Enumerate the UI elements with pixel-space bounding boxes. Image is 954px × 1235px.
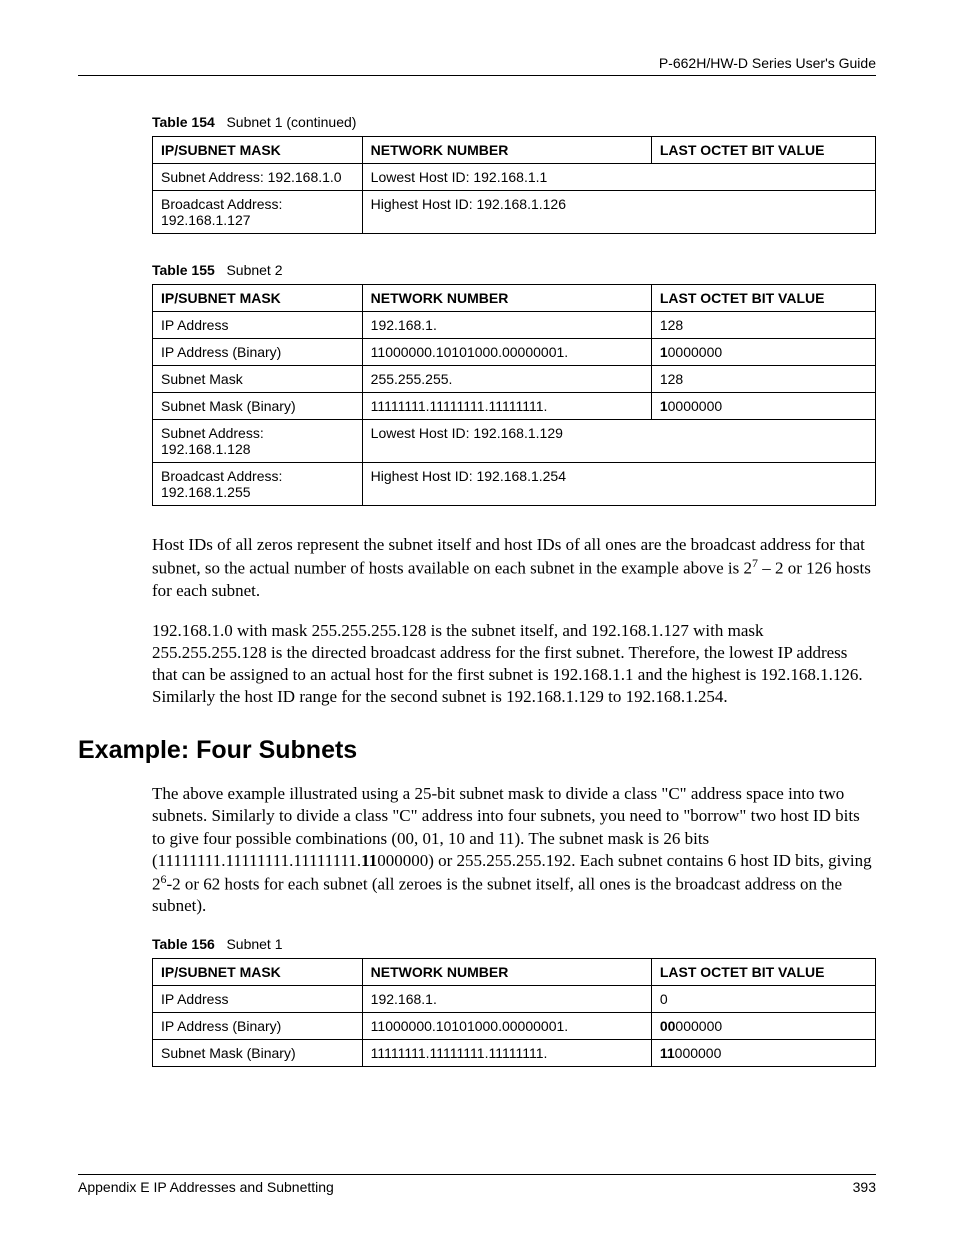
table-row: IP Address (Binary) 11000000.10101000.00… <box>153 339 876 366</box>
page-footer: Appendix E IP Addresses and Subnetting 3… <box>78 1174 876 1195</box>
cell: Highest Host ID: 192.168.1.254 <box>362 463 875 506</box>
rest-bits: 0000000 <box>668 398 723 414</box>
cell: IP Address <box>153 312 363 339</box>
cell: 255.255.255. <box>362 366 651 393</box>
table-row: IP Address 192.168.1. 0 <box>153 985 876 1012</box>
table154-caption-title: Subnet 1 (continued) <box>226 114 356 130</box>
section-heading-four-subnets: Example: Four Subnets <box>78 736 876 765</box>
table-row: Subnet Address: 192.168.1.128 Lowest Hos… <box>153 420 876 463</box>
table156: IP/SUBNET MASK NETWORK NUMBER LAST OCTET… <box>152 958 876 1067</box>
cell: Lowest Host ID: 192.168.1.129 <box>362 420 875 463</box>
cell: 0 <box>651 985 875 1012</box>
cell: 128 <box>651 312 875 339</box>
cell: 11111111.11111111.11111111. <box>362 1039 651 1066</box>
cell: Broadcast Address: 192.168.1.255 <box>153 463 363 506</box>
table154-caption-num: Table 154 <box>152 114 215 130</box>
th-network-number: NETWORK NUMBER <box>362 958 651 985</box>
cell: 10000000 <box>651 393 875 420</box>
table-row: IP Address (Binary) 11000000.10101000.00… <box>153 1012 876 1039</box>
cell: 11000000 <box>651 1039 875 1066</box>
cell: 128 <box>651 366 875 393</box>
header-rule <box>78 75 876 76</box>
bold-bits: 1 <box>660 398 668 414</box>
table155-caption: Table 155 Subnet 2 <box>152 262 876 278</box>
cell: IP Address <box>153 985 363 1012</box>
paragraph-four-subnets: The above example illustrated using a 25… <box>152 783 876 917</box>
cell: Subnet Mask (Binary) <box>153 1039 363 1066</box>
p3-post: -2 or 62 hosts for each subnet (all zero… <box>152 874 842 915</box>
cell: 11000000.10101000.00000001. <box>362 339 651 366</box>
table156-caption-title: Subnet 1 <box>226 936 282 952</box>
table154-caption: Table 154 Subnet 1 (continued) <box>152 114 876 130</box>
table-row: Subnet Address: 192.168.1.0 Lowest Host … <box>153 164 876 191</box>
table154: IP/SUBNET MASK NETWORK NUMBER LAST OCTET… <box>152 136 876 234</box>
table155-caption-title: Subnet 2 <box>226 262 282 278</box>
cell: Subnet Mask (Binary) <box>153 393 363 420</box>
cell: 11111111.11111111.11111111. <box>362 393 651 420</box>
paragraph-subnet-ranges: 192.168.1.0 with mask 255.255.255.128 is… <box>152 620 876 708</box>
cell: Lowest Host ID: 192.168.1.1 <box>362 164 875 191</box>
rest-bits: 000000 <box>675 1018 722 1034</box>
th-network-number: NETWORK NUMBER <box>362 137 651 164</box>
cell: 192.168.1. <box>362 985 651 1012</box>
p3-bold: 11 <box>361 851 377 870</box>
table-header-row: IP/SUBNET MASK NETWORK NUMBER LAST OCTET… <box>153 137 876 164</box>
table156-caption: Table 156 Subnet 1 <box>152 936 876 952</box>
table-row: Broadcast Address: 192.168.1.127 Highest… <box>153 191 876 234</box>
cell: 192.168.1. <box>362 312 651 339</box>
cell: 11000000.10101000.00000001. <box>362 1012 651 1039</box>
th-ip-subnet-mask: IP/SUBNET MASK <box>153 285 363 312</box>
footer-appendix: Appendix E IP Addresses and Subnetting <box>78 1179 334 1195</box>
th-ip-subnet-mask: IP/SUBNET MASK <box>153 958 363 985</box>
cell: Subnet Address: 192.168.1.128 <box>153 420 363 463</box>
cell: IP Address (Binary) <box>153 339 363 366</box>
cell: Subnet Address: 192.168.1.0 <box>153 164 363 191</box>
cell: Subnet Mask <box>153 366 363 393</box>
bold-bits: 11 <box>660 1045 675 1061</box>
footer-page-number: 393 <box>853 1179 876 1195</box>
rest-bits: 000000 <box>675 1045 722 1061</box>
th-last-octet: LAST OCTET BIT VALUE <box>651 285 875 312</box>
table-row: Broadcast Address: 192.168.1.255 Highest… <box>153 463 876 506</box>
header-guide-title: P-662H/HW-D Series User's Guide <box>78 55 876 75</box>
table-row: Subnet Mask (Binary) 11111111.11111111.1… <box>153 393 876 420</box>
th-last-octet: LAST OCTET BIT VALUE <box>651 137 875 164</box>
cell: IP Address (Binary) <box>153 1012 363 1039</box>
table-row: Subnet Mask (Binary) 11111111.11111111.1… <box>153 1039 876 1066</box>
rest-bits: 0000000 <box>668 344 723 360</box>
bold-bits: 00 <box>660 1018 676 1034</box>
table-header-row: IP/SUBNET MASK NETWORK NUMBER LAST OCTET… <box>153 958 876 985</box>
cell: Highest Host ID: 192.168.1.126 <box>362 191 875 234</box>
table156-caption-num: Table 156 <box>152 936 215 952</box>
table155-caption-num: Table 155 <box>152 262 215 278</box>
bold-bits: 1 <box>660 344 668 360</box>
table-header-row: IP/SUBNET MASK NETWORK NUMBER LAST OCTET… <box>153 285 876 312</box>
table-row: Subnet Mask 255.255.255. 128 <box>153 366 876 393</box>
cell: 10000000 <box>651 339 875 366</box>
table-row: IP Address 192.168.1. 128 <box>153 312 876 339</box>
cell: 00000000 <box>651 1012 875 1039</box>
th-network-number: NETWORK NUMBER <box>362 285 651 312</box>
paragraph-host-ids: Host IDs of all zeros represent the subn… <box>152 534 876 602</box>
th-ip-subnet-mask: IP/SUBNET MASK <box>153 137 363 164</box>
cell: Broadcast Address: 192.168.1.127 <box>153 191 363 234</box>
th-last-octet: LAST OCTET BIT VALUE <box>651 958 875 985</box>
table155: IP/SUBNET MASK NETWORK NUMBER LAST OCTET… <box>152 284 876 506</box>
